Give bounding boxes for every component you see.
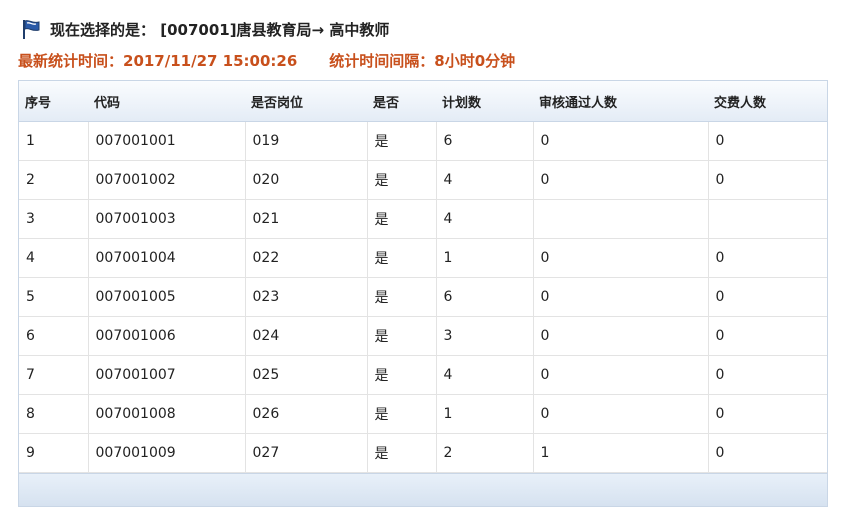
column-header: 审核通过人数 [533,81,708,122]
table-cell: 1 [436,394,534,434]
table-cell: 1 [533,433,709,473]
table-cell: 是 [367,355,437,395]
table-cell: 007001002 [88,160,246,200]
table-cell: 8 [19,394,89,434]
page-header: 现在选择的是： [007001]唐县教育局→ 高中教师 [20,18,389,40]
table-cell: 026 [245,394,368,434]
table-cell: 是 [367,121,437,161]
data-table: 序号 代码 是否岗位 是否 计划数 审核通过人数 交费人数 1 007001001 019 是 6 0… [19,81,827,473]
table-cell: 007001005 [88,277,246,317]
table-cell: 6 [19,316,89,356]
table-cell: 0 [533,160,709,200]
table-cell [533,199,709,239]
column-header: 是否 [367,81,436,122]
table-cell: 0 [533,121,709,161]
table-cell: 0 [708,121,827,161]
table-cell: 007001008 [88,394,246,434]
table-cell: 9 [19,433,89,473]
table-cell: 007001007 [88,355,246,395]
table-footer [19,473,827,506]
table-cell: 是 [367,238,437,278]
table-cell: 024 [245,316,368,356]
table-cell: 0 [533,316,709,356]
table-cell: 0 [533,277,709,317]
table-cell: 022 [245,238,368,278]
table-row: 6 007001006 024 是 3 0 0 [19,316,827,356]
table-row: 9 007001009 027 是 2 1 0 [19,433,827,473]
table-cell: 0 [708,433,827,473]
table-cell: 0 [708,394,827,434]
column-header: 是否岗位 [245,81,367,122]
table-cell: 是 [367,277,437,317]
column-header: 计划数 [436,81,533,122]
table-cell: 007001001 [88,121,246,161]
table-cell: 是 [367,160,437,200]
data-table-container: 序号 代码 是否岗位 是否 计划数 审核通过人数 交费人数 1 007001001 019 是 6 0… [18,80,828,507]
table-cell: 007001006 [88,316,246,356]
table-cell [708,199,827,239]
table-cell: 0 [708,355,827,395]
table-cell: 是 [367,394,437,434]
table-cell: 1 [436,238,534,278]
update-interval: 统计时间间隔：8小时0分钟 [329,52,516,70]
table-cell: 是 [367,199,437,239]
table-row: 5 007001005 023 是 6 0 0 [19,277,827,317]
table-cell: 3 [19,199,89,239]
table-cell: 4 [436,160,534,200]
table-body: 1 007001001 019 是 6 0 0 2 007001002 020 是 4 0 0 3 00700… [19,121,827,473]
table-row: 1 007001001 019 是 6 0 0 [19,121,827,161]
table-row: 3 007001003 021 是 4 [19,199,827,239]
table-cell: 0 [708,238,827,278]
table-cell: 019 [245,121,368,161]
table-cell: 4 [436,355,534,395]
table-cell: 0 [533,355,709,395]
table-cell: 0 [708,160,827,200]
table-cell: 是 [367,316,437,356]
table-cell: 025 [245,355,368,395]
column-header: 交费人数 [708,81,827,122]
table-cell: 021 [245,199,368,239]
table-cell: 0 [533,394,709,434]
column-header: 代码 [88,81,245,122]
column-header: 序号 [19,81,88,122]
table-cell: 007001003 [88,199,246,239]
table-row: 8 007001008 026 是 1 0 0 [19,394,827,434]
table-cell: 007001009 [88,433,246,473]
table-cell: 020 [245,160,368,200]
table-cell: 1 [19,121,89,161]
table-cell: 5 [19,277,89,317]
page-title: 现在选择的是： [007001]唐县教育局→ 高中教师 [50,20,390,39]
table-row: 7 007001007 025 是 4 0 0 [19,355,827,395]
table-row: 4 007001004 022 是 1 0 0 [19,238,827,278]
table-header-row: 序号 代码 是否岗位 是否 计划数 审核通过人数 交费人数 [19,81,827,122]
stats-line: 最新统计时间：2017/11/27 15:00:26 统计时间间隔：8小时0分钟 [18,50,515,71]
flag-icon [23,20,40,39]
table-cell: 2 [19,160,89,200]
table-cell: 3 [436,316,534,356]
table-cell: 6 [436,121,534,161]
table-cell: 2 [436,433,534,473]
table-row: 2 007001002 020 是 4 0 0 [19,160,827,200]
update-time: 最新统计时间：2017/11/27 15:00:26 [18,52,298,70]
table-cell: 4 [19,238,89,278]
table-cell: 0 [533,238,709,278]
table-cell: 0 [708,277,827,317]
table-cell: 007001004 [88,238,246,278]
table-cell: 6 [436,277,534,317]
table-cell: 4 [436,199,534,239]
table-cell: 7 [19,355,89,395]
table-cell: 023 [245,277,368,317]
table-cell: 027 [245,433,368,473]
table-cell: 是 [367,433,437,473]
table-cell: 0 [708,316,827,356]
